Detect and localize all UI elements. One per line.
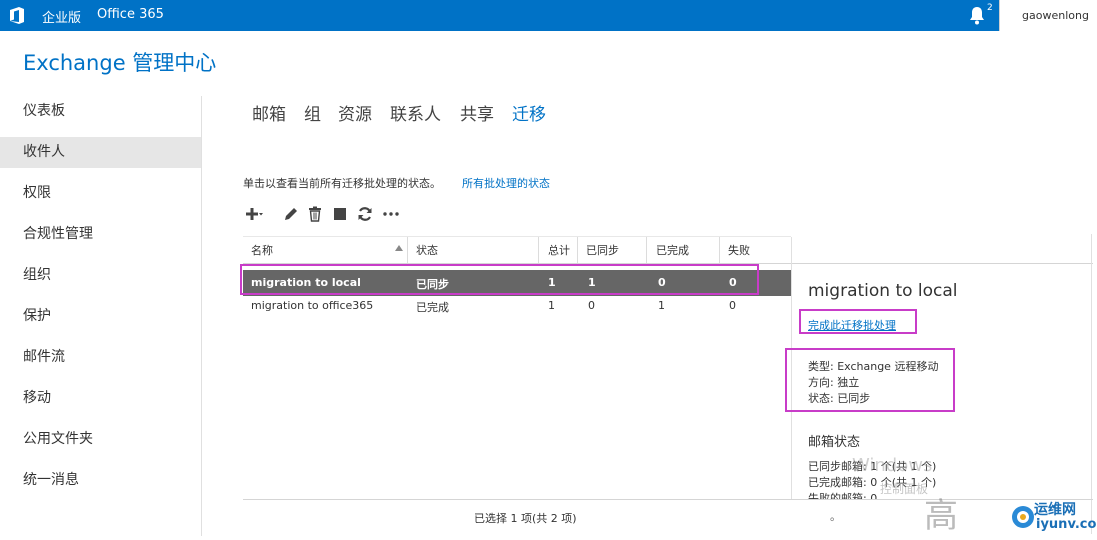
sidebar-divider: [201, 96, 202, 536]
watermark-calligraphy: 高: [924, 496, 958, 536]
sort-ascending-icon[interactable]: [395, 245, 403, 251]
notification-bell-icon[interactable]: [968, 6, 986, 25]
row-completed: 1: [658, 299, 665, 312]
watermark-control-panel: 控制面板: [880, 482, 929, 496]
column-header-synced[interactable]: 已同步: [586, 242, 619, 258]
sidebar-item-mobile[interactable]: 移动: [0, 383, 201, 414]
footer-border: [243, 499, 1093, 500]
user-name[interactable]: gaowenlong: [1022, 9, 1089, 22]
tab-contacts[interactable]: 联系人: [390, 100, 441, 125]
row-synced: 0: [588, 299, 595, 312]
footer-dot: 。: [830, 510, 841, 523]
column-header-completed[interactable]: 已完成: [656, 242, 689, 258]
column-separator: [646, 237, 647, 263]
sidebar-item-mail-flow[interactable]: 邮件流: [0, 342, 201, 373]
column-header-status[interactable]: 状态: [416, 242, 438, 258]
refresh-icon[interactable]: [356, 205, 374, 223]
sidebar-item-recipients[interactable]: 收件人: [0, 137, 201, 168]
product-label[interactable]: Office 365: [97, 7, 164, 22]
stop-icon[interactable]: [331, 205, 349, 223]
sidebar-item-unified-messaging[interactable]: 统一消息: [0, 465, 201, 496]
details-title: migration to local: [808, 281, 958, 301]
column-header-name[interactable]: 名称: [251, 242, 273, 258]
watermark-windows: Windows: [852, 455, 933, 476]
column-separator: [407, 237, 408, 263]
top-bar: 企业版 Office 365 2 gaowenlong: [0, 0, 1097, 31]
delete-icon[interactable]: [306, 205, 324, 223]
column-separator: [538, 237, 539, 263]
notification-count: 2: [987, 3, 993, 13]
table-header-top-border: [243, 236, 791, 237]
more-icon[interactable]: [382, 205, 400, 223]
column-separator: [577, 237, 578, 263]
row-status: 已完成: [416, 301, 449, 314]
tab-resources[interactable]: 资源: [338, 100, 372, 125]
mailbox-status-heading: 邮箱状态: [808, 435, 861, 450]
mailbox-failed-line: 失败的邮箱: 0: [808, 492, 878, 499]
row-failed: 0: [729, 299, 736, 312]
page-title: Exchange 管理中心: [23, 51, 217, 75]
column-header-total[interactable]: 总计: [548, 242, 570, 258]
content-right-border: [1091, 234, 1092, 534]
annotation-highlight-box: [785, 348, 955, 412]
watermark-site-name: 运维网: [1034, 502, 1076, 518]
tab-sharing[interactable]: 共享: [460, 100, 494, 125]
sidebar-item-compliance[interactable]: 合规性管理: [0, 219, 201, 250]
tab-groups[interactable]: 组: [304, 100, 321, 125]
row-name[interactable]: migration to office365: [251, 299, 373, 312]
row-total: 1: [548, 299, 555, 312]
sidebar-item-protection[interactable]: 保护: [0, 301, 201, 332]
sidebar-item-permissions[interactable]: 权限: [0, 178, 201, 209]
column-header-failed[interactable]: 失败: [728, 242, 750, 258]
add-icon[interactable]: [245, 205, 263, 223]
column-separator: [719, 237, 720, 263]
office-logo-icon[interactable]: [9, 7, 25, 24]
info-text: 单击以查看当前所有迁移批处理的状态。: [243, 177, 441, 190]
annotation-highlight-box: [240, 264, 759, 295]
edit-icon[interactable]: [282, 205, 300, 223]
all-batches-status-link[interactable]: 所有批处理的状态: [462, 175, 550, 191]
selection-count: 已选择 1 项(共 2 项): [474, 512, 577, 525]
sidebar-item-public-folders[interactable]: 公用文件夹: [0, 424, 201, 455]
sidebar-item-dashboard[interactable]: 仪表板: [0, 96, 201, 127]
tab-migration[interactable]: 迁移: [512, 100, 546, 125]
sidebar-item-organization[interactable]: 组织: [0, 260, 201, 291]
watermark-site-url: iyunv.com: [1036, 517, 1097, 532]
tab-mailboxes[interactable]: 邮箱: [252, 100, 286, 125]
edition-label[interactable]: 企业版: [42, 7, 81, 26]
annotation-highlight-box: [799, 309, 917, 334]
